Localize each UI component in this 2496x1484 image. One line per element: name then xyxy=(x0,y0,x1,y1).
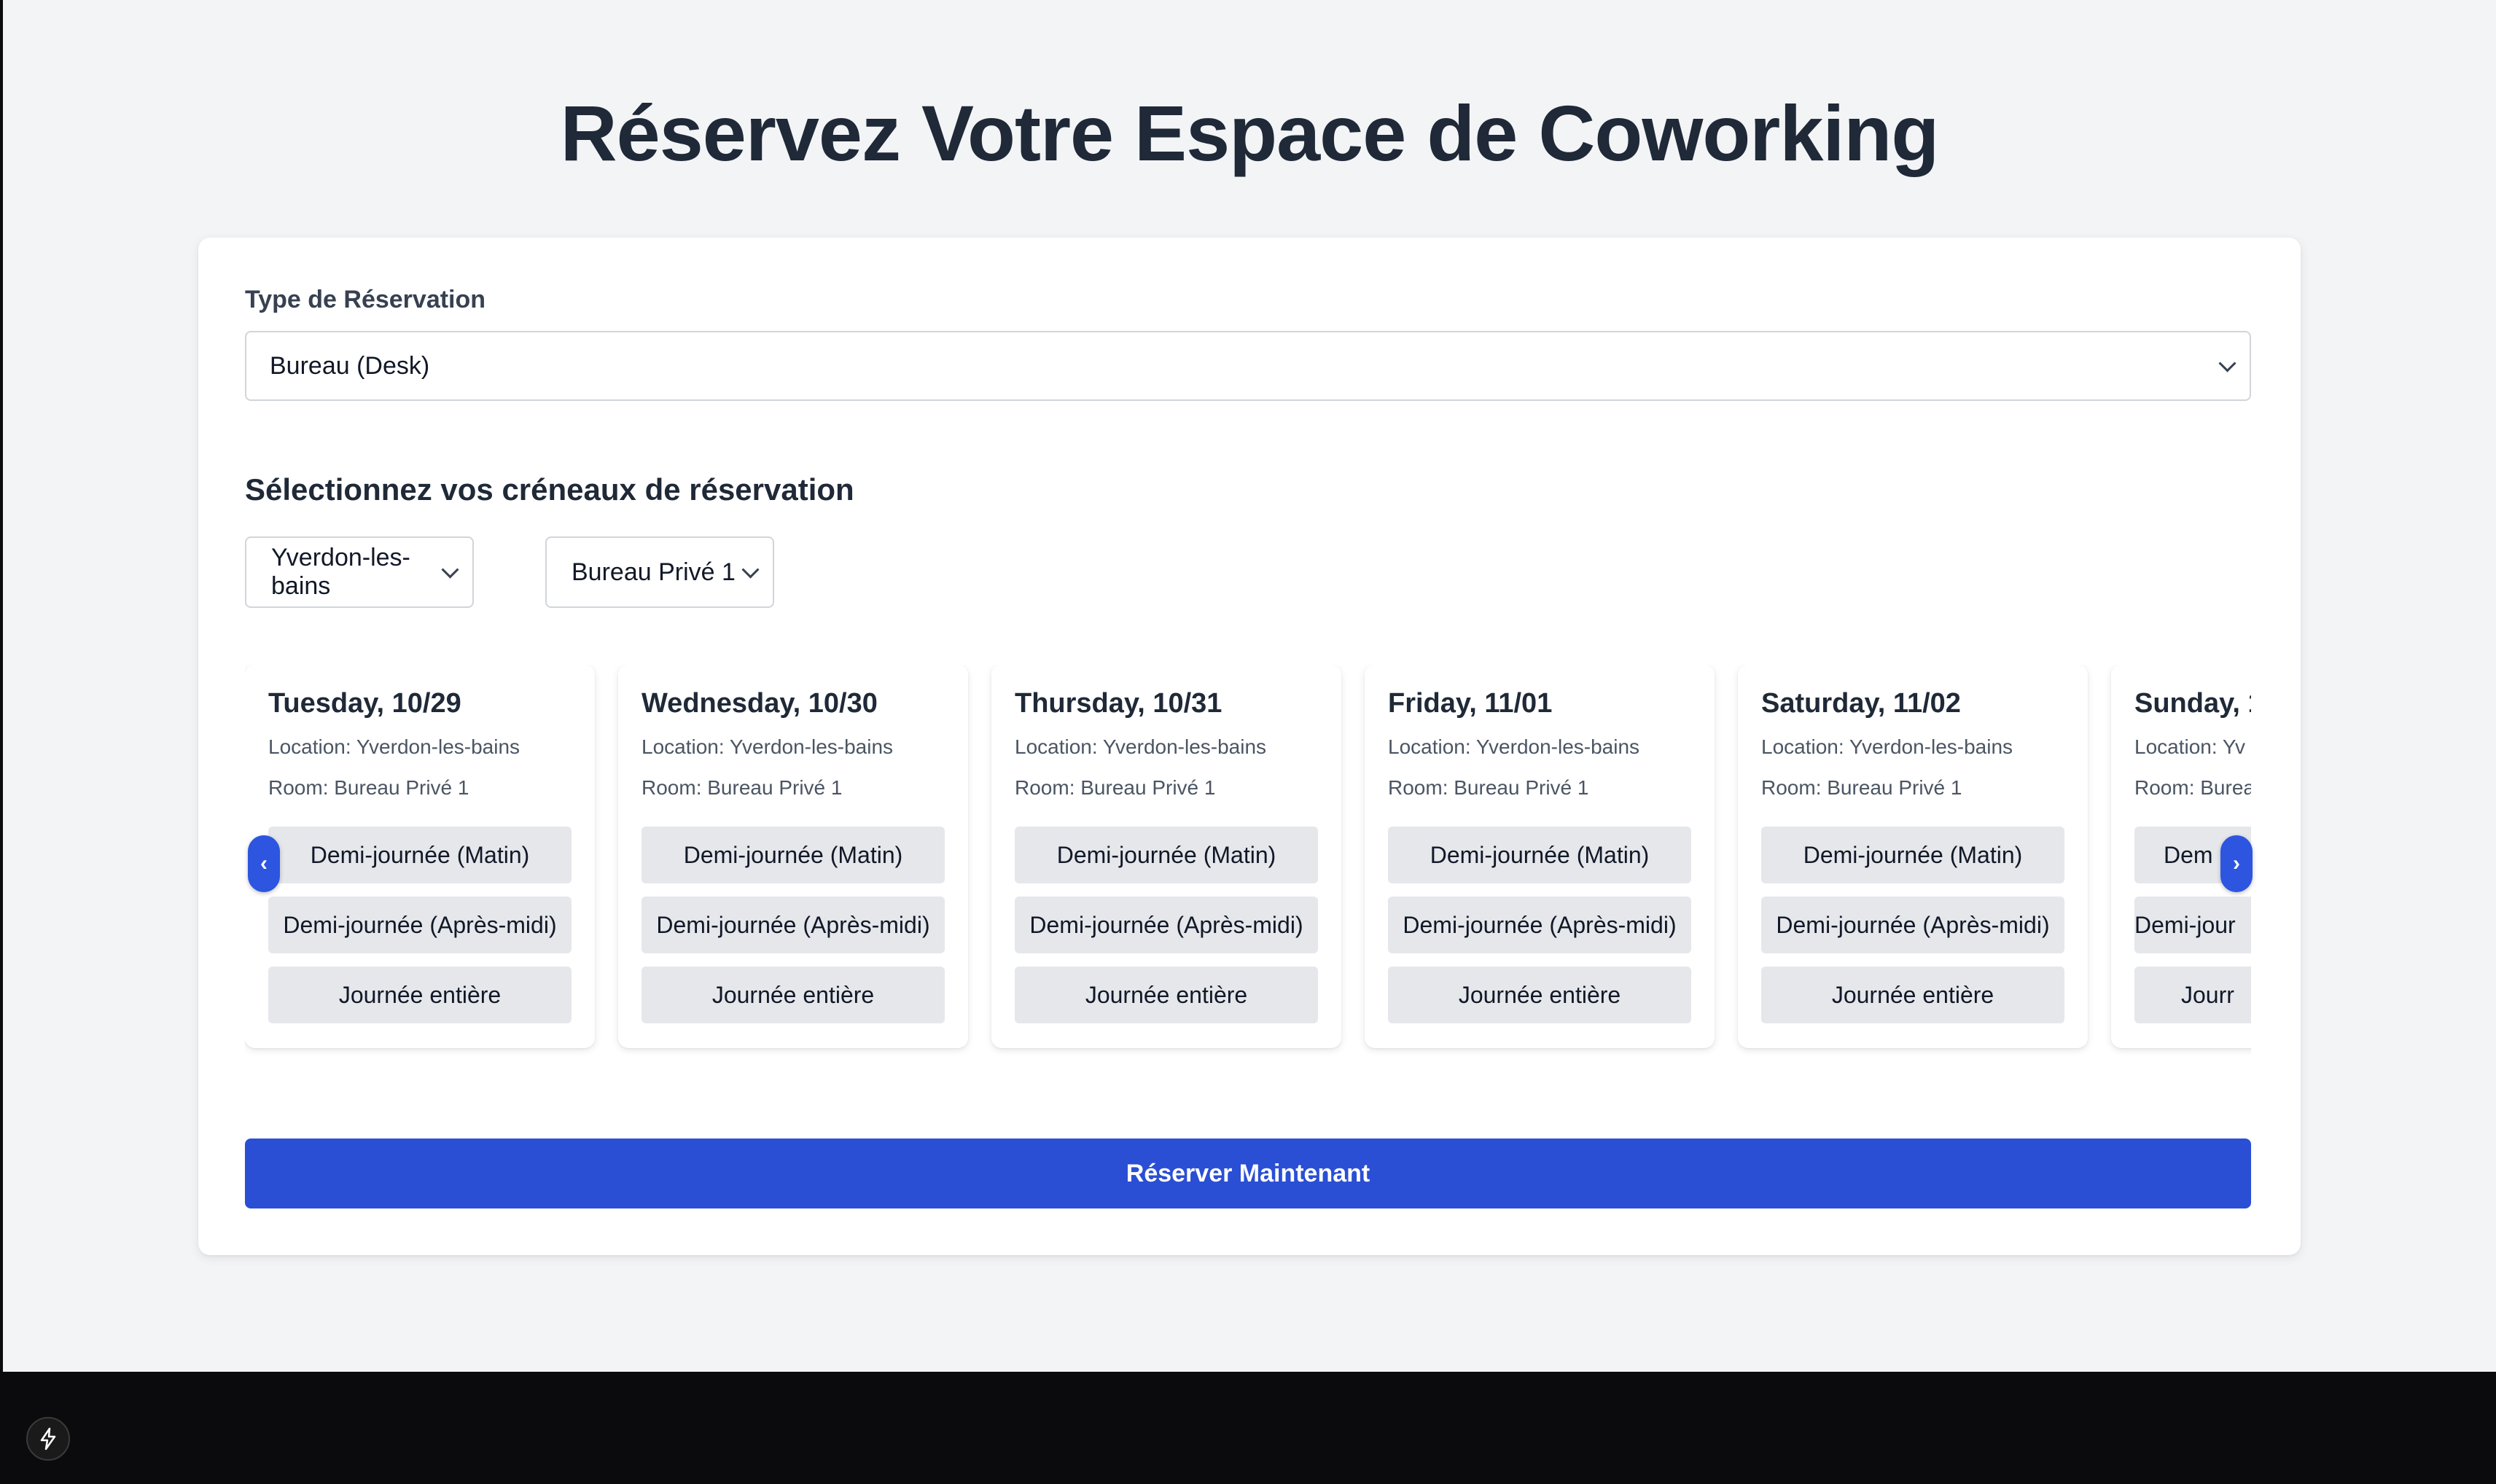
day-card: Tuesday, 10/29 Location: Yverdon-les-bai… xyxy=(245,665,595,1048)
slot-morning-button[interactable]: Demi-journée (Matin) xyxy=(1388,827,1691,883)
day-card: Wednesday, 10/30 Location: Yverdon-les-b… xyxy=(618,665,968,1048)
slot-afternoon-button[interactable]: Demi-journée (Après-midi) xyxy=(268,897,572,953)
day-title: Thursday, 10/31 xyxy=(1015,688,1222,719)
slot-afternoon-button[interactable]: Demi-journée (Après-midi) xyxy=(641,897,945,953)
reservation-type-select[interactable]: Bureau (Desk) xyxy=(245,331,2251,401)
book-now-button[interactable]: Réserver Maintenant xyxy=(245,1139,2251,1208)
slots-section-title: Sélectionnez vos créneaux de réservation xyxy=(245,472,854,507)
day-title: Wednesday, 10/30 xyxy=(641,688,878,719)
day-title: Saturday, 11/02 xyxy=(1761,688,1961,719)
day-room: Room: Burea xyxy=(2134,776,2251,799)
page: Réservez Votre Espace de Coworking Type … xyxy=(3,0,2496,1372)
room-select[interactable]: Bureau Privé 1 xyxy=(545,536,774,608)
booking-form-card: Type de Réservation Bureau (Desk) Sélect… xyxy=(198,238,2301,1255)
slot-morning-button[interactable]: Demi-journée (Matin) xyxy=(641,827,945,883)
day-location: Location: Yverdon-les-bains xyxy=(268,735,520,758)
day-slider: Tuesday, 10/29 Location: Yverdon-les-bai… xyxy=(245,665,2251,1064)
slot-morning-button[interactable]: Demi-journée (Matin) xyxy=(1761,827,2064,883)
day-location: Location: Yverdon-les-bains xyxy=(1761,735,2013,758)
room-value: Bureau Privé 1 xyxy=(572,558,736,586)
chevron-left-icon: ‹ xyxy=(260,851,268,875)
slot-morning-button[interactable]: Demi-journée (Matin) xyxy=(268,827,572,883)
slot-full-day-button[interactable]: Jourr xyxy=(2134,966,2251,1023)
slot-afternoon-button[interactable]: Demi-journée (Après-midi) xyxy=(1388,897,1691,953)
day-location: Location: Yverdon-les-bains xyxy=(641,735,894,758)
slot-full-day-button[interactable]: Journée entière xyxy=(641,966,945,1023)
lightning-bolt-icon xyxy=(40,1427,56,1450)
slider-next-button[interactable]: › xyxy=(2220,835,2253,892)
location-value: Yverdon-les-bains xyxy=(271,544,410,600)
day-title: Friday, 11/01 xyxy=(1388,688,1553,719)
day-location: Location: Yv xyxy=(2134,735,2246,758)
day-title: Sunday, 1 xyxy=(2134,688,2251,719)
day-location: Location: Yverdon-les-bains xyxy=(1388,735,1640,758)
day-card: Saturday, 11/02 Location: Yverdon-les-ba… xyxy=(1738,665,2088,1048)
reservation-type-label: Type de Réservation xyxy=(245,286,486,313)
page-title: Réservez Votre Espace de Coworking xyxy=(560,89,1940,177)
day-card: Thursday, 10/31 Location: Yverdon-les-ba… xyxy=(991,665,1341,1048)
slot-full-day-button[interactable]: Journée entière xyxy=(1388,966,1691,1023)
chevron-down-icon xyxy=(741,561,760,579)
slot-afternoon-button[interactable]: Demi-journée (Après-midi) xyxy=(1015,897,1318,953)
day-room: Room: Bureau Privé 1 xyxy=(1015,776,1216,799)
slider-prev-button[interactable]: ‹ xyxy=(248,835,280,892)
day-room: Room: Bureau Privé 1 xyxy=(268,776,469,799)
slot-morning-button[interactable]: Demi-journée (Matin) xyxy=(1015,827,1318,883)
reservation-type-value: Bureau (Desk) xyxy=(270,351,430,380)
slot-afternoon-button[interactable]: Demi-jour xyxy=(2134,897,2251,953)
slot-full-day-button[interactable]: Journée entière xyxy=(1761,966,2064,1023)
slot-full-day-button[interactable]: Journée entière xyxy=(1015,966,1318,1023)
day-title: Tuesday, 10/29 xyxy=(268,688,461,719)
location-select[interactable]: Yverdon-les-bains xyxy=(245,536,474,608)
day-room: Room: Bureau Privé 1 xyxy=(641,776,843,799)
chevron-right-icon: › xyxy=(2233,851,2240,875)
chevron-down-icon xyxy=(2218,354,2236,372)
dev-tools-button[interactable] xyxy=(26,1417,70,1461)
day-room: Room: Bureau Privé 1 xyxy=(1761,776,1962,799)
day-card: Friday, 11/01 Location: Yverdon-les-bain… xyxy=(1365,665,1715,1048)
day-room: Room: Bureau Privé 1 xyxy=(1388,776,1589,799)
day-location: Location: Yverdon-les-bains xyxy=(1015,735,1267,758)
slot-afternoon-button[interactable]: Demi-journée (Après-midi) xyxy=(1761,897,2064,953)
slot-full-day-button[interactable]: Journée entière xyxy=(268,966,572,1023)
